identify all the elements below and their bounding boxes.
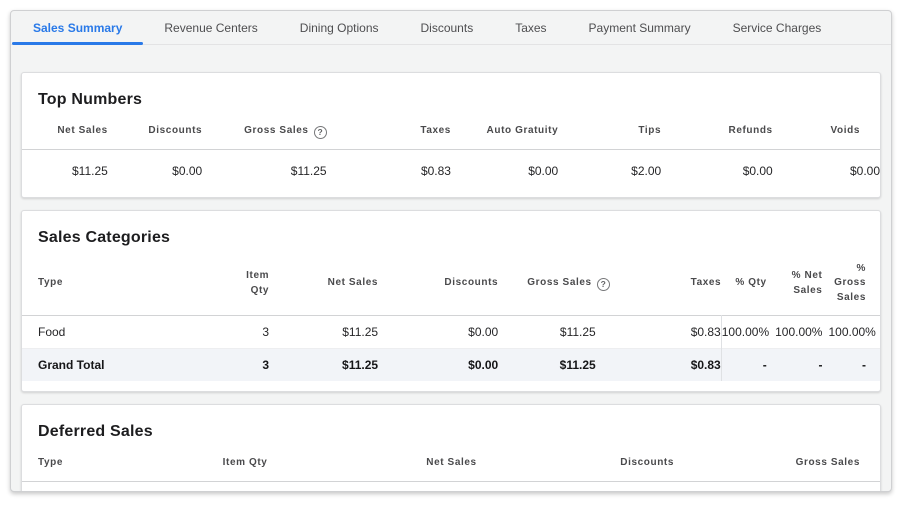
pct-qty-cell: - <box>721 349 772 382</box>
top-numbers-table: Net Sales Discounts Gross Sales? Taxes A… <box>22 111 880 197</box>
tab-sales-summary[interactable]: Sales Summary <box>12 11 143 44</box>
sales-report-page: Sales Summary Revenue Centers Dining Opt… <box>10 10 892 492</box>
tab-discounts[interactable]: Discounts <box>400 11 495 44</box>
discounts-cell: $0.00 <box>378 316 498 349</box>
deferred-sales-table: Type Item Qty Net Sales Discounts Gross … <box>22 443 880 492</box>
tab-revenue-centers[interactable]: Revenue Centers <box>143 11 278 44</box>
sales-categories-table: Type Item Qty Net Sales Discounts Gross … <box>22 249 880 382</box>
column-header-type: Type <box>22 249 202 316</box>
taxes-cell: $0.83 <box>610 349 722 382</box>
tab-payment-summary[interactable]: Payment Summary <box>568 11 712 44</box>
column-header-gross-sales: Gross Sales? <box>498 249 610 316</box>
sales-categories-title: Sales Categories <box>38 229 864 247</box>
sales-categories-header-row: Type Item Qty Net Sales Discounts Gross … <box>22 249 880 316</box>
column-header-voids: Voids <box>773 111 880 149</box>
type-cell: Grand Total <box>22 349 202 382</box>
net-sales-cell: $11.25 <box>275 349 378 382</box>
column-header-item-qty: Item Qty <box>202 249 275 316</box>
column-header-type: Type <box>22 443 211 481</box>
auto-gratuity-value: $0.00 <box>451 149 558 197</box>
column-header-pct-net-sales: % Net Sales <box>773 249 829 316</box>
column-header-discounts: Discounts <box>477 443 674 481</box>
column-header-net-sales: Net Sales <box>279 443 476 481</box>
tab-service-charges[interactable]: Service Charges <box>712 11 843 44</box>
tab-taxes[interactable]: Taxes <box>494 11 567 44</box>
column-header-refunds: Refunds <box>661 111 773 149</box>
column-header-pct-qty: % Qty <box>721 249 772 316</box>
pct-gross-sales-cell: - <box>828 349 880 382</box>
column-header-gross-sales: Gross Sales? <box>202 111 326 149</box>
sales-categories-card: Sales Categories Type Item Qty Net Sales… <box>21 210 881 393</box>
column-label: Gross Sales <box>527 277 591 288</box>
table-row-grand-total: Grand Total 3 $11.25 $0.00 $11.25 $0.83 … <box>22 349 880 382</box>
pct-gross-sales-cell: 100.00% <box>828 316 880 349</box>
voids-value: $0.00 <box>773 149 880 197</box>
help-icon[interactable]: ? <box>314 126 327 139</box>
gross-sales-value: $11.25 <box>202 149 326 197</box>
column-header-tips: Tips <box>558 111 661 149</box>
column-label: Gross Sales <box>244 125 308 136</box>
card-bottom-spacer <box>22 381 880 391</box>
column-header-item-qty: Item Qty <box>211 443 280 481</box>
discounts-value: $0.00 <box>108 149 202 197</box>
refunds-value: $0.00 <box>661 149 773 197</box>
column-header-auto-gratuity: Auto Gratuity <box>451 111 558 149</box>
top-numbers-card: Top Numbers Net Sales Discounts Gross Sa… <box>21 72 881 198</box>
gross-sales-cell: $11.25 <box>498 316 610 349</box>
taxes-cell: $0.83 <box>610 316 722 349</box>
pct-net-sales-cell: - <box>773 349 829 382</box>
tips-value: $2.00 <box>558 149 661 197</box>
pct-qty-cell: 100.00% <box>721 316 772 349</box>
column-header-net-sales: Net Sales <box>275 249 378 316</box>
discounts-cell: $0.00 <box>477 481 674 492</box>
net-sales-value: $11.25 <box>22 149 108 197</box>
top-numbers-value-row: $11.25 $0.00 $11.25 $0.83 $0.00 $2.00 $0… <box>22 149 880 197</box>
type-cell: Food <box>22 316 202 349</box>
gross-sales-cell: $11.25 <box>498 349 610 382</box>
tab-dining-options[interactable]: Dining Options <box>279 11 400 44</box>
column-header-gross-sales: Gross Sales <box>674 443 880 481</box>
item-qty-cell: 3 <box>202 316 275 349</box>
deferred-sales-card: Deferred Sales Type Item Qty Net Sales D… <box>21 404 881 492</box>
column-header-net-sales: Net Sales <box>22 111 108 149</box>
pct-net-sales-cell: 100.00% <box>773 316 829 349</box>
table-row-grand-total: Grand Total 0 $0.00 $0.00 $0.00 <box>22 481 880 492</box>
deferred-sales-header-row: Type Item Qty Net Sales Discounts Gross … <box>22 443 880 481</box>
net-sales-cell: $11.25 <box>275 316 378 349</box>
item-qty-cell: 0 <box>211 481 280 492</box>
type-cell: Grand Total <box>22 481 211 492</box>
discounts-cell: $0.00 <box>378 349 498 382</box>
taxes-value: $0.83 <box>327 149 451 197</box>
net-sales-cell: $0.00 <box>279 481 476 492</box>
report-viewport: Sales Summary Revenue Centers Dining Opt… <box>0 0 902 505</box>
column-header-taxes: Taxes <box>327 111 451 149</box>
column-header-discounts: Discounts <box>108 111 202 149</box>
tab-bar: Sales Summary Revenue Centers Dining Opt… <box>11 11 891 45</box>
item-qty-cell: 3 <box>202 349 275 382</box>
deferred-sales-title: Deferred Sales <box>38 423 864 441</box>
help-icon[interactable]: ? <box>597 278 610 291</box>
column-header-taxes: Taxes <box>610 249 722 316</box>
top-numbers-header-row: Net Sales Discounts Gross Sales? Taxes A… <box>22 111 880 149</box>
top-numbers-title: Top Numbers <box>38 91 864 109</box>
table-row-food: Food 3 $11.25 $0.00 $11.25 $0.83 100.00%… <box>22 316 880 349</box>
gross-sales-cell: $0.00 <box>674 481 880 492</box>
column-header-pct-gross-sales: % Gross Sales <box>828 249 880 316</box>
column-header-discounts: Discounts <box>378 249 498 316</box>
